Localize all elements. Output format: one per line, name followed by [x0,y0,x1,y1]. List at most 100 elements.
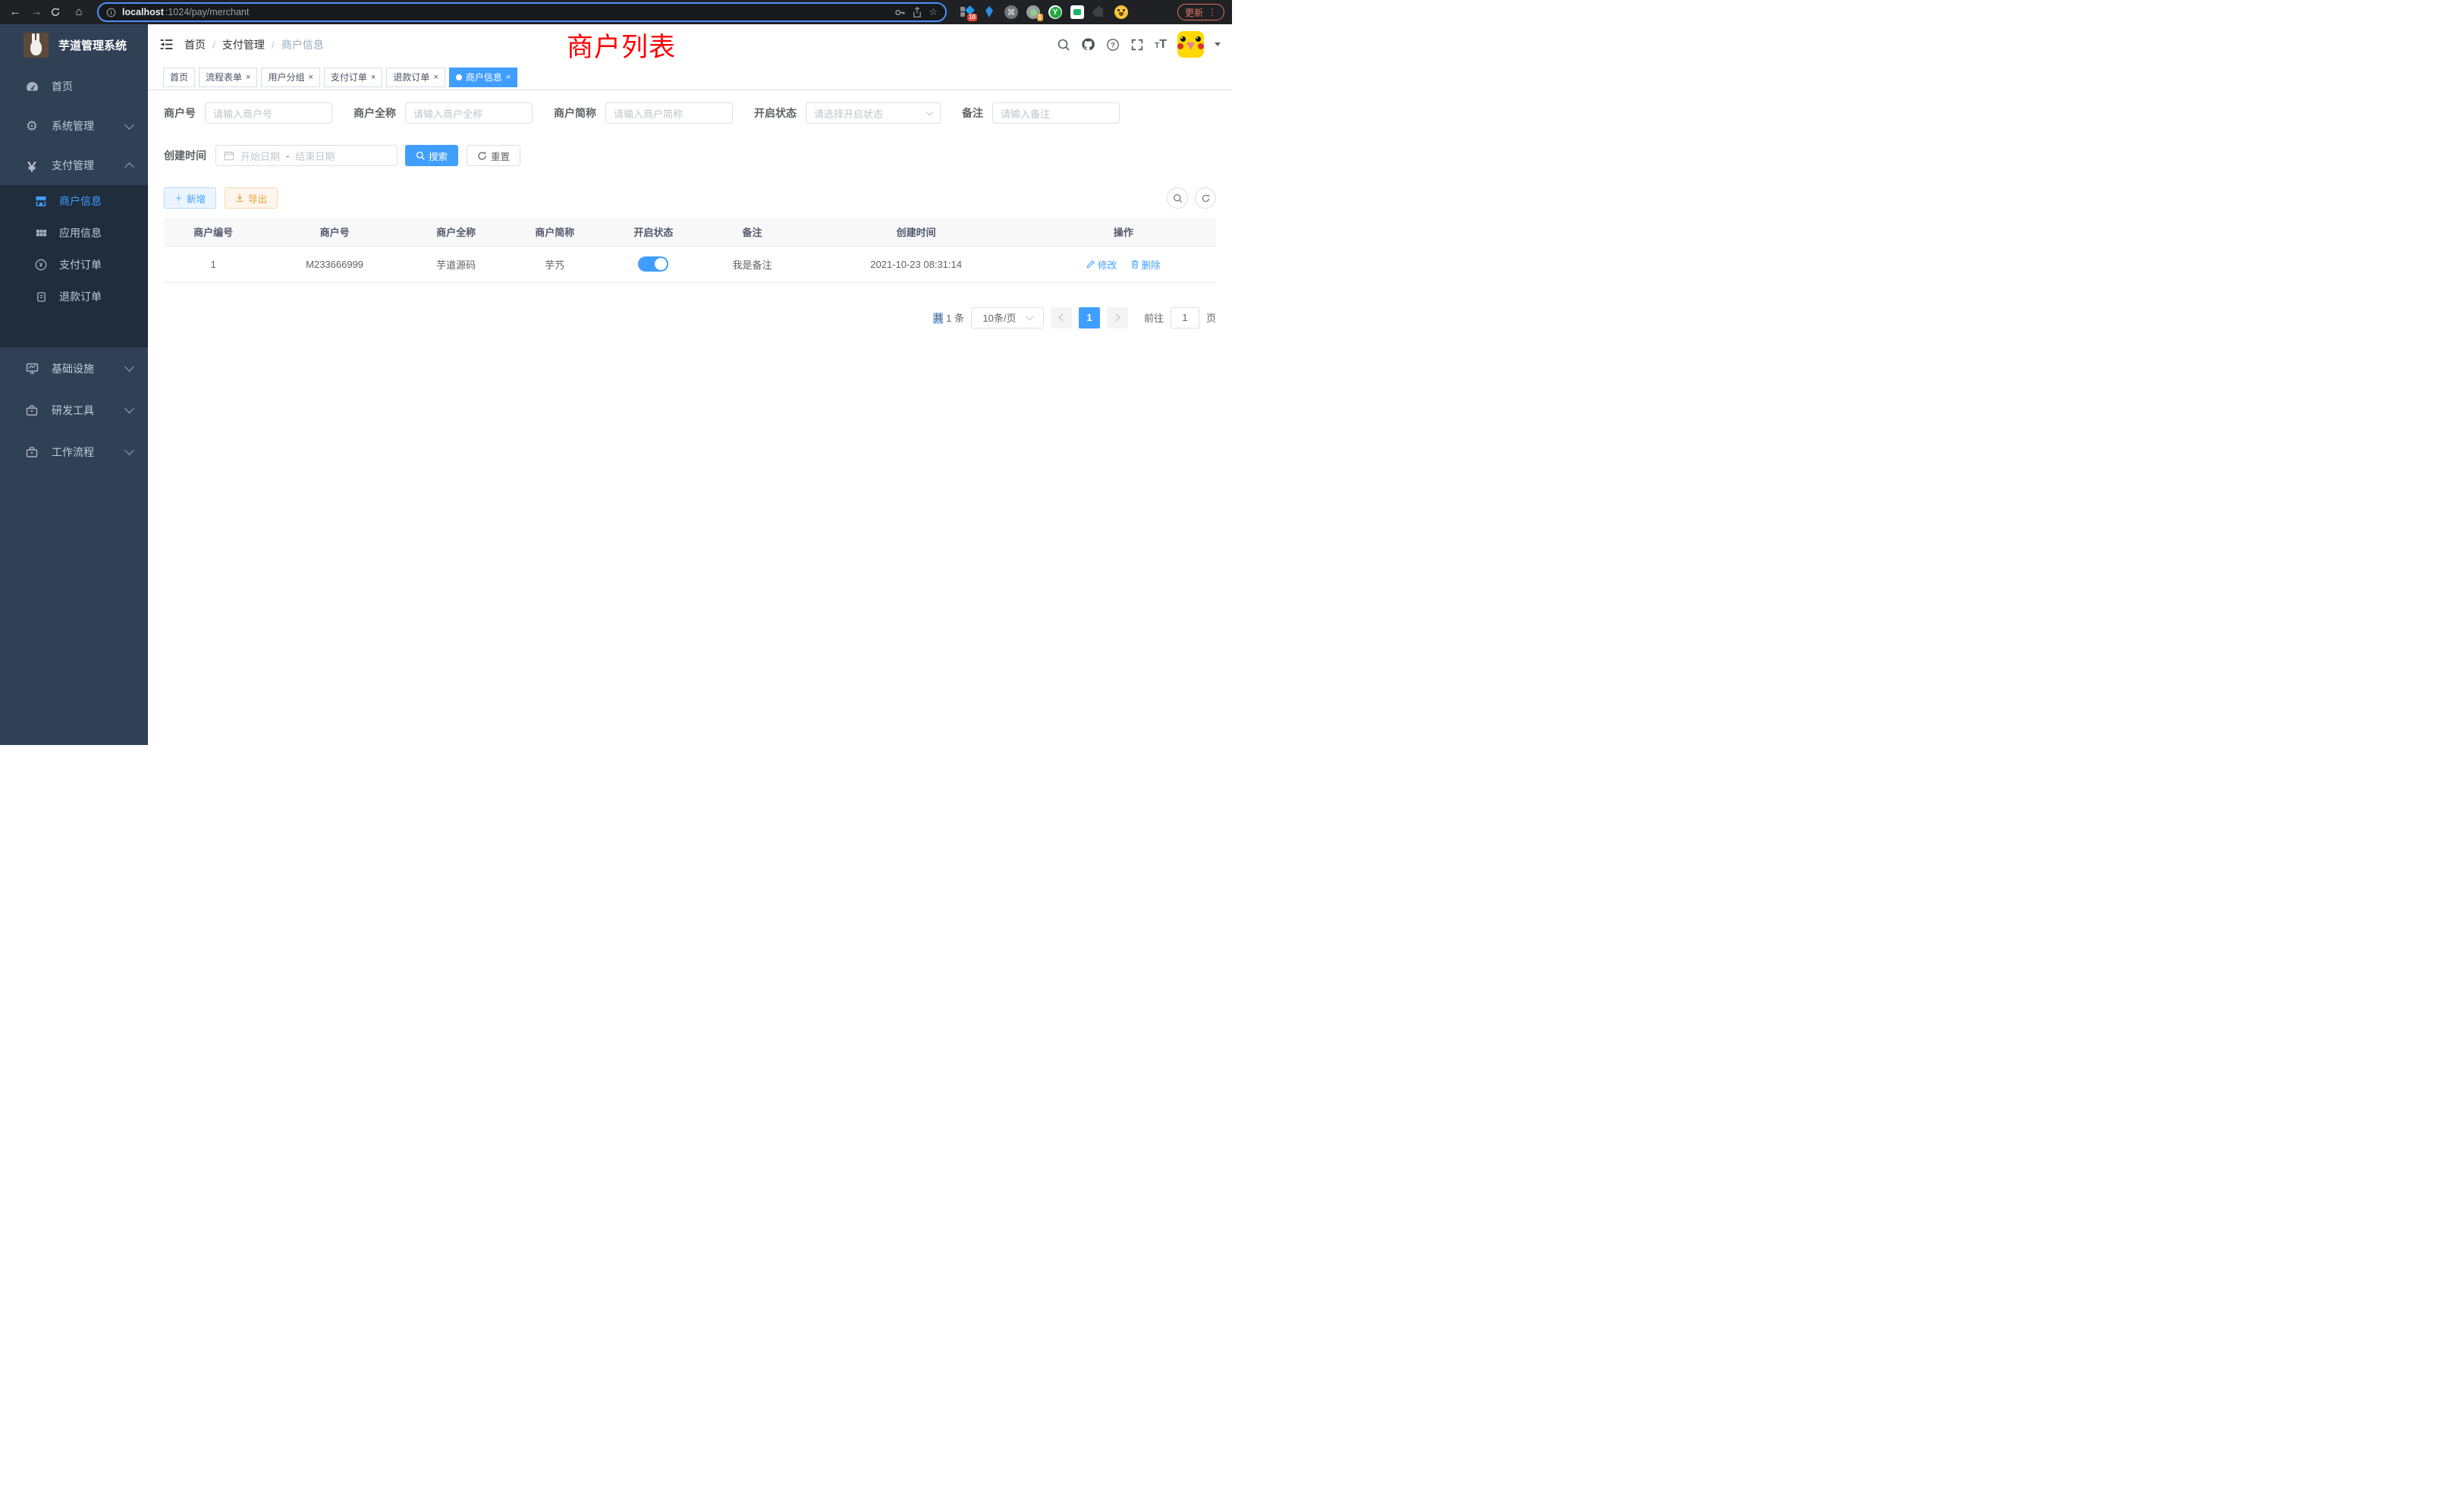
avatar[interactable] [1177,31,1204,58]
breadcrumb-home[interactable]: 首页 [184,37,206,52]
delete-button[interactable]: 删除 [1130,257,1161,272]
url-bar[interactable]: localhost:1024/pay/merchant ☆ [97,2,947,22]
browser-update-button[interactable]: 更新 ⋮ [1177,4,1224,20]
merchant-short-input[interactable]: 请输入商户简称 [605,102,733,124]
tab-process-form[interactable]: 流程表单× [199,68,257,87]
avatar-caret-icon[interactable] [1215,42,1221,46]
extension-y-icon[interactable]: Y [1048,5,1062,19]
pagination: 共 1 条 10条/页 1 前往 1 页 [164,307,1216,328]
sidebar-item-label: 商户信息 [59,193,102,209]
sidebar-item-label: 退款订单 [59,289,102,304]
browser-back-icon[interactable]: ← [8,5,23,20]
help-icon[interactable]: ? [1106,38,1120,52]
status-toggle[interactable] [638,256,668,272]
extensions-puzzle-icon[interactable] [1092,5,1106,19]
col-merchant-no: 商户号 [262,218,407,246]
annotation-merchant-list: 商户列表 [567,26,676,64]
password-key-icon[interactable] [894,7,906,18]
table-header-row: 商户编号 商户号 商户全称 商户简称 开启状态 备注 创建时间 操作 [164,218,1216,246]
extension-chat-icon[interactable] [1070,5,1084,19]
share-icon[interactable] [912,7,922,18]
sidebar-item-workflow[interactable]: 工作流程 [0,431,148,473]
sidebar-item-devtools[interactable]: 研发工具 [0,389,148,431]
merchant-no-label: 商户号 [164,105,196,121]
add-button[interactable]: ＋ 新增 [164,187,216,209]
breadcrumb-pay[interactable]: 支付管理 [222,37,265,52]
font-size-icon[interactable]: TT [1155,38,1167,52]
chevron-down-icon [124,445,134,455]
merchant-name-input[interactable]: 请输入商户全称 [405,102,533,124]
extension-meet-badge: 1 [1037,14,1043,21]
edit-button[interactable]: 修改 [1086,257,1117,272]
browser-reload-icon[interactable] [50,7,65,17]
dashboard-icon [24,80,40,93]
sidebar: 芋道管理系统 首页 ⚙ 系统管理 ￥ 支付管理 [0,24,148,745]
page-1-button[interactable]: 1 [1079,307,1100,328]
sidebar-item-pay[interactable]: ￥ 支付管理 [0,146,148,185]
toggle-search-button[interactable] [1167,187,1188,209]
browser-menu-icon[interactable]: ⋮ [1208,7,1217,17]
sidebar-fold-icon[interactable] [159,37,174,52]
browser-home-icon[interactable]: ⌂ [71,5,86,20]
search-icon [416,151,425,160]
breadcrumb-current: 商户信息 [281,37,324,52]
prev-page-button[interactable] [1051,307,1072,328]
tags-view: 首页 流程表单× 用户分组× 支付订单× 退款订单× 商户信息× [148,64,1232,90]
browser-forward-icon[interactable]: → [29,5,44,20]
fullscreen-icon[interactable] [1130,38,1144,52]
pay-submenu: 商户信息 应用信息 ¥ 支付订单 [0,185,148,347]
reset-button[interactable]: 重置 [467,145,520,166]
goto-page-input[interactable]: 1 [1171,307,1199,328]
yen-circle-icon: ¥ [33,259,49,271]
header-search-icon[interactable] [1057,38,1070,52]
browser-chrome: ← → ⌂ localhost:1024/pay/merchant ☆ 10 ⌘… [0,0,1232,24]
next-page-button[interactable] [1107,307,1128,328]
extension-workona-icon[interactable]: 10 [960,5,974,19]
refresh-icon [477,151,487,161]
create-time-range-picker[interactable]: 开始日期 - 结束日期 [215,145,398,166]
bookmark-star-icon[interactable]: ☆ [929,6,938,18]
close-icon[interactable]: × [246,73,250,82]
tab-pay-order[interactable]: 支付订单× [324,68,382,87]
gear-icon: ⚙ [24,118,40,134]
filter-row-2: 创建时间 开始日期 - 结束日期 搜索 重置 [164,145,1216,166]
page-size-select[interactable]: 10条/页 [971,307,1044,328]
range-separator: - [286,150,289,162]
refresh-table-button[interactable] [1195,187,1216,209]
extension-command-icon[interactable]: ⌘ [1004,5,1018,19]
calendar-icon [224,150,234,161]
search-button[interactable]: 搜索 [405,145,458,166]
sidebar-item-pay-order[interactable]: ¥ 支付订单 [0,249,148,281]
start-date-placeholder: 开始日期 [240,149,280,163]
col-full-name: 商户全称 [407,218,505,246]
tab-merchant-info[interactable]: 商户信息× [449,68,517,87]
sidebar-item-system[interactable]: ⚙ 系统管理 [0,106,148,146]
status-select[interactable]: 请选择开启状态 [806,102,941,124]
sidebar-item-home[interactable]: 首页 [0,67,148,106]
tab-home[interactable]: 首页 [163,68,195,87]
sidebar-item-infra[interactable]: 基础设施 [0,347,148,389]
export-button[interactable]: 导出 [225,187,278,209]
breadcrumb-separator: / [272,39,275,51]
extension-emoji-icon[interactable] [1114,5,1128,19]
close-icon[interactable]: × [371,73,376,82]
extension-meet-icon[interactable]: 1 [1026,5,1040,19]
total-prefix: 共 [933,313,943,324]
close-icon[interactable]: × [308,73,313,82]
github-icon[interactable] [1081,37,1095,52]
sidebar-item-merchant-info[interactable]: 商户信息 [0,185,148,217]
col-merchant-id: 商户编号 [164,218,262,246]
app-logo-row[interactable]: 芋道管理系统 [0,24,148,58]
remark-input[interactable]: 请输入备注 [992,102,1120,124]
site-info-icon[interactable] [106,8,116,17]
close-icon[interactable]: × [433,73,438,82]
extension-kite-icon[interactable] [982,5,996,19]
merchant-no-input[interactable]: 请输入商户号 [205,102,332,124]
sidebar-item-refund-order[interactable]: 退款订单 [0,281,148,313]
close-icon[interactable]: × [506,73,511,82]
tab-user-group[interactable]: 用户分组× [261,68,319,87]
cell-merchant-id: 1 [164,246,262,282]
tab-refund-order[interactable]: 退款订单× [386,68,445,87]
sidebar-item-app-info[interactable]: 应用信息 [0,217,148,249]
goto-label: 前往 [1144,310,1164,325]
